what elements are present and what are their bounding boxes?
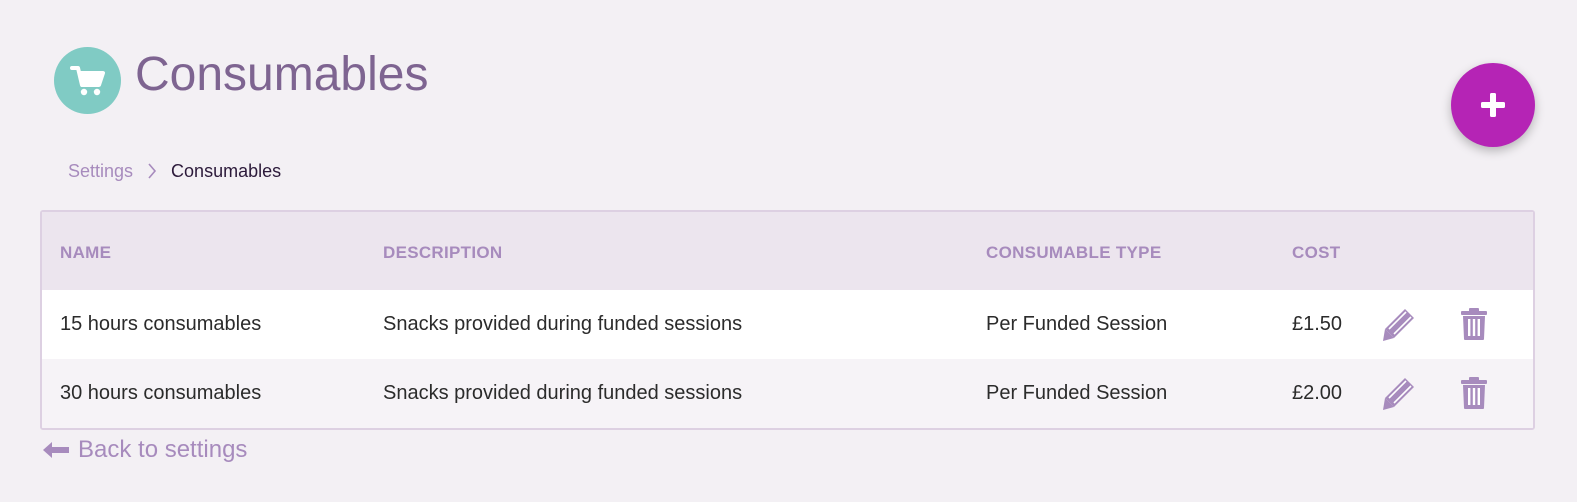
cell-name: 15 hours consumables (60, 313, 262, 335)
delete-button[interactable] (1453, 372, 1495, 414)
cell-type: Per Funded Session (986, 382, 1168, 404)
trash-icon (1461, 308, 1487, 340)
breadcrumb-current: Consumables (171, 161, 282, 181)
column-header-consumable-type: CONSUMABLE TYPE (986, 243, 1162, 262)
page-title: Consumables (135, 48, 429, 101)
edit-button[interactable] (1378, 372, 1420, 414)
pencil-icon (1383, 309, 1414, 341)
consumables-page: Consumables Settings Consumables NAME DE… (0, 0, 1577, 502)
column-header-cost: COST (1292, 243, 1341, 262)
trash-icon (1461, 377, 1487, 409)
breadcrumb-settings-link[interactable]: Settings (68, 160, 133, 182)
column-header-description: DESCRIPTION (383, 243, 503, 262)
cell-cost: £1.50 (1292, 313, 1343, 335)
column-header-name: NAME (60, 243, 112, 262)
cell-description: Snacks provided during funded sessions (383, 313, 743, 335)
cell-cost: £2.00 (1292, 382, 1343, 404)
table-row: 30 hours consumables Snacks provided dur… (42, 359, 1533, 428)
cart-badge (54, 47, 121, 114)
cell-description: Snacks provided during funded sessions (383, 382, 743, 404)
add-consumable-button[interactable] (1451, 63, 1535, 147)
back-label: Back to settings (78, 436, 248, 463)
table-header: NAME DESCRIPTION CONSUMABLE TYPE COST (42, 212, 1533, 290)
breadcrumb: Settings Consumables (68, 160, 281, 182)
chevron-right-icon (147, 163, 157, 179)
shopping-cart-icon (69, 65, 105, 95)
delete-button[interactable] (1453, 303, 1495, 345)
table-row: 15 hours consumables Snacks provided dur… (42, 290, 1533, 359)
consumables-table: NAME DESCRIPTION CONSUMABLE TYPE COST 15… (40, 210, 1535, 430)
plus-icon (1481, 93, 1505, 117)
cell-type: Per Funded Session (986, 313, 1168, 335)
edit-button[interactable] (1378, 303, 1420, 345)
back-to-settings-link[interactable]: Back to settings (42, 436, 247, 464)
pencil-icon (1383, 378, 1414, 410)
arrow-left-icon (42, 441, 70, 459)
cell-name: 30 hours consumables (60, 382, 262, 404)
